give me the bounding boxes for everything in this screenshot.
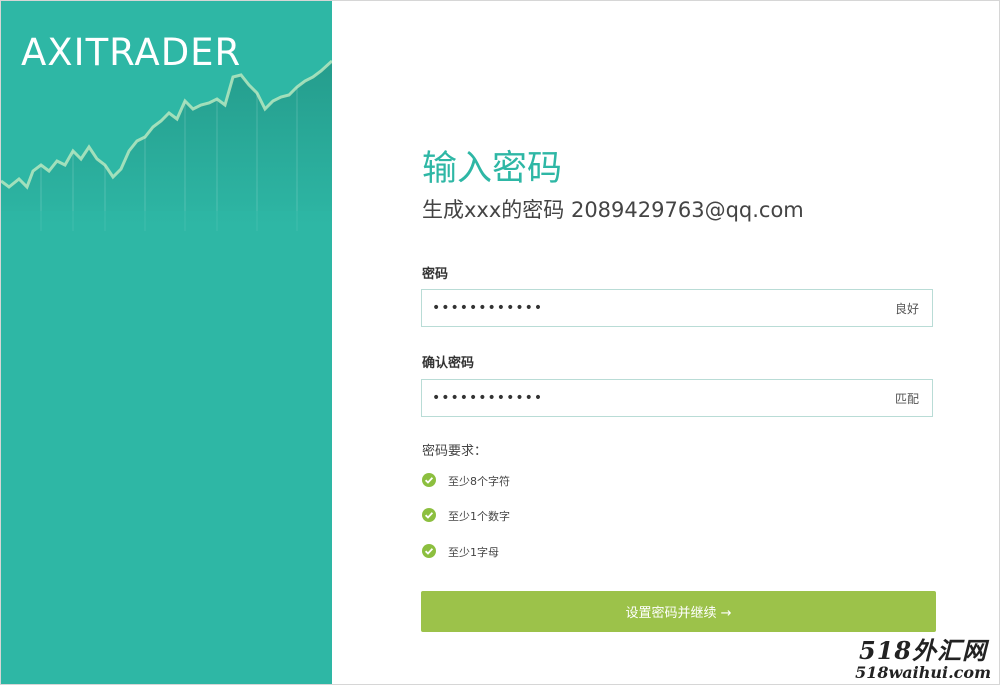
check-circle-icon <box>422 473 436 487</box>
requirement-text: 至少1字母 <box>448 546 499 559</box>
check-circle-icon <box>422 508 436 522</box>
watermark-title: 518外汇网 <box>859 636 988 665</box>
password-input[interactable] <box>422 290 872 326</box>
password-label: 密码 <box>422 267 449 282</box>
password-match-indicator: 匹配 <box>894 392 919 406</box>
requirement-text: 至少8个字符 <box>448 475 510 488</box>
site-watermark: 518外汇网 518waihui.com <box>855 638 991 682</box>
requirements-title: 密码要求： <box>422 444 488 459</box>
password-field-box: 良好 <box>421 289 933 327</box>
set-password-continue-button[interactable]: 设置密码并继续 → <box>421 591 936 632</box>
confirm-password-input[interactable] <box>422 380 872 416</box>
confirm-password-label: 确认密码 <box>422 356 475 371</box>
check-circle-icon <box>422 544 436 558</box>
confirm-password-field-box: 匹配 <box>421 379 933 417</box>
page-title: 输入密码 <box>422 149 563 189</box>
brand-panel: AXITRADER <box>1 1 332 684</box>
axitrader-logo: AXITRADER <box>21 31 242 74</box>
requirement-text: 至少1个数字 <box>448 510 510 523</box>
page-subtitle: 生成xxx的密码 2089429763@qq.com <box>422 198 804 222</box>
watermark-url: 518waihui.com <box>855 663 991 682</box>
market-chart-graphic <box>1 1 332 684</box>
window: AXITRADER 输入密码 生成xxx的密码 2089429763@qq.co… <box>0 0 1000 685</box>
password-form: 输入密码 生成xxx的密码 2089429763@qq.com 密码 良好 确认… <box>332 1 999 684</box>
password-strength-indicator: 良好 <box>894 302 919 316</box>
